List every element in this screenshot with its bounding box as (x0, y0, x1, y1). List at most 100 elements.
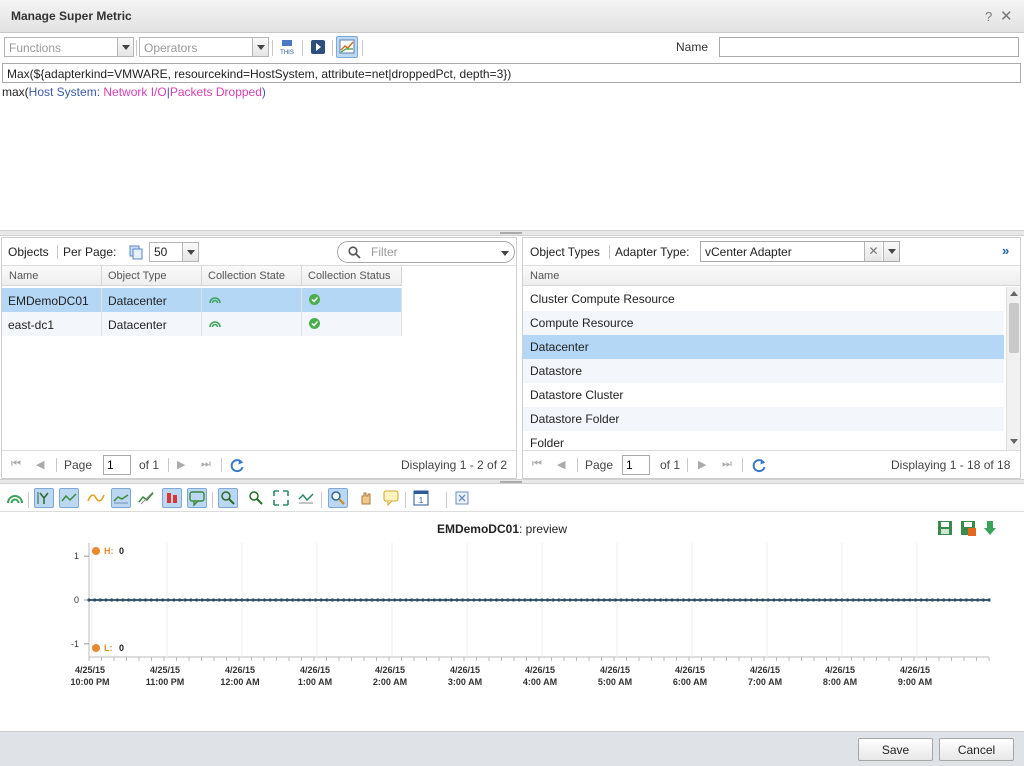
this-icon[interactable]: THIS (278, 38, 296, 56)
first-page-icon[interactable]: ⏮ (11, 458, 21, 471)
download-icon[interactable] (982, 519, 998, 537)
list-item[interactable]: Compute Resource (523, 311, 1004, 335)
last-page-icon[interactable]: ⏭ (722, 458, 732, 471)
trend-line-toggle[interactable] (59, 488, 79, 508)
filter-input[interactable]: Filter (337, 241, 515, 263)
x-tick-time: 1:00 AM (297, 677, 333, 687)
formula-editor[interactable]: Max(${adapterkind=VMWARE, resourcekind=H… (2, 63, 1021, 83)
list-item[interactable]: Folder (523, 431, 1004, 450)
data-point (528, 598, 533, 602)
chevron-down-icon[interactable] (182, 243, 198, 261)
next-page-icon[interactable]: ▶ (698, 458, 706, 471)
col-object-type[interactable]: Object Type (108, 270, 167, 282)
list-item[interactable]: Cluster Compute Resource (523, 287, 1004, 311)
bar-toggle[interactable] (162, 488, 182, 508)
per-page-select[interactable]: 50 (149, 242, 199, 262)
range-toggle[interactable] (111, 488, 131, 508)
operators-dropdown[interactable]: Operators (139, 37, 269, 57)
scrollbar[interactable] (1006, 287, 1020, 450)
expand-button[interactable]: » (1002, 243, 1009, 258)
dynamic-threshold-toggle[interactable] (34, 488, 54, 508)
preview-chart-toggle[interactable] (336, 36, 358, 58)
curve-icon[interactable] (86, 488, 106, 508)
x-tick-label: 4/26/15 12:00 AM (205, 664, 275, 688)
data-point (738, 598, 742, 602)
table-row[interactable]: EMDemoDC01 Datacenter (2, 288, 402, 312)
clear-icon[interactable]: ✕ (864, 242, 882, 261)
data-point (562, 598, 567, 602)
scroll-down-icon[interactable] (1010, 439, 1018, 444)
x-tick-time: 12:00 AM (220, 677, 260, 687)
cancel-button[interactable]: Cancel (939, 738, 1014, 761)
refresh-icon[interactable] (229, 457, 245, 473)
fit-icon[interactable] (271, 488, 291, 508)
col-name[interactable]: Name (530, 270, 559, 282)
high-value: 0 (119, 546, 124, 556)
data-point (506, 598, 510, 602)
note-icon[interactable] (381, 488, 401, 508)
col-collection-status[interactable]: Collection Status (308, 270, 391, 282)
page-input[interactable] (622, 455, 650, 475)
save-icon[interactable] (936, 519, 954, 537)
adapter-type-select[interactable]: vCenter Adapter ✕ (700, 241, 900, 262)
remove-chart-icon[interactable] (452, 488, 472, 508)
chevron-down-icon[interactable] (117, 38, 133, 56)
this-icon-label: THIS (280, 50, 294, 56)
data-point (766, 598, 770, 602)
calendar-icon[interactable]: 1 (411, 488, 431, 508)
run-icon[interactable] (309, 38, 327, 56)
zoom-all-toggle[interactable] (218, 488, 238, 508)
zoom-view-toggle[interactable] (328, 488, 348, 508)
page-input[interactable] (103, 455, 131, 475)
list-item[interactable]: Datastore (523, 359, 1004, 383)
data-point (296, 598, 301, 602)
objects-display-count: Displaying 1 - 2 of 2 (401, 458, 508, 472)
prev-page-icon[interactable]: ◀ (557, 458, 565, 471)
next-page-icon[interactable]: ▶ (177, 458, 185, 471)
readable-suffix: ) (261, 85, 266, 99)
data-point (608, 598, 612, 602)
zoom-x-icon[interactable] (246, 488, 266, 508)
data-point (489, 598, 493, 602)
row-name: EMDemoDC01 (8, 294, 89, 308)
col-collection-state[interactable]: Collection State (208, 270, 285, 282)
chevron-down-icon[interactable] (252, 38, 268, 56)
scroll-up-icon[interactable] (1010, 291, 1018, 296)
data-point (908, 598, 912, 602)
pan-icon[interactable] (356, 488, 376, 508)
refresh-icon[interactable] (751, 457, 767, 473)
help-button[interactable]: ? (985, 9, 992, 24)
list-item[interactable]: Datacenter (523, 335, 1004, 359)
data-point (800, 598, 804, 602)
data-point (376, 598, 380, 602)
save-button[interactable]: Save (858, 738, 933, 761)
functions-dropdown[interactable]: Functions (4, 37, 134, 57)
divider (56, 458, 57, 472)
collecting-icon[interactable] (5, 488, 25, 508)
comment-toggle[interactable] (187, 488, 207, 508)
last-page-icon[interactable]: ⏭ (201, 458, 211, 471)
close-button[interactable]: ✕ (1000, 7, 1013, 25)
table-row[interactable]: east-dc1 Datacenter (2, 312, 402, 336)
chevron-down-icon[interactable] (501, 251, 509, 256)
bar-chart-icon (167, 493, 177, 503)
compare-icon[interactable] (297, 488, 317, 508)
first-page-icon[interactable]: ⏮ (532, 458, 542, 471)
list-item[interactable]: Datastore Cluster (523, 383, 1004, 407)
scrollbar-thumb[interactable] (1009, 303, 1019, 353)
anomaly-icon[interactable] (137, 488, 157, 508)
divider (332, 40, 333, 56)
data-point (234, 598, 238, 602)
list-item[interactable]: Datastore Folder (523, 407, 1004, 431)
save-as-icon[interactable] (959, 519, 977, 537)
chevron-down-icon[interactable] (883, 242, 899, 261)
name-input[interactable] (719, 37, 1019, 57)
copy-icon[interactable] (128, 244, 144, 260)
data-point (981, 598, 985, 602)
col-name[interactable]: Name (9, 270, 38, 282)
prev-page-icon[interactable]: ◀ (36, 458, 44, 471)
page-of-label: of 1 (139, 458, 160, 472)
dialog-titlebar: Manage Super Metric ? ✕ (0, 0, 1024, 33)
data-point (517, 598, 521, 602)
splitter-top[interactable] (0, 230, 1024, 236)
